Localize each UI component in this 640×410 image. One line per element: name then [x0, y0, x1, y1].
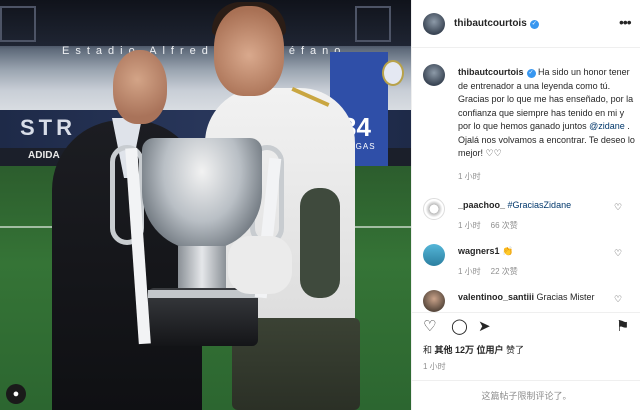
- comment-bubble-icon[interactable]: ◯: [451, 319, 468, 334]
- mention-link[interactable]: @zidane: [589, 121, 625, 131]
- comment-timestamp[interactable]: 1 小时: [458, 221, 481, 230]
- tagged-users-icon[interactable]: ●: [6, 384, 26, 404]
- avatar[interactable]: [423, 13, 445, 35]
- comment-text: valentinoo_santiii Gracias Mister: [458, 292, 618, 302]
- verified-badge-icon: ✓: [526, 69, 536, 78]
- post-timestamp[interactable]: 1 小时: [423, 361, 446, 372]
- stand-band-text: STR: [20, 115, 76, 140]
- heart-icon[interactable]: ♡: [614, 202, 622, 213]
- trophy-stem: [178, 246, 226, 290]
- avatar[interactable]: [423, 198, 445, 220]
- comment-item: wagners1 👏 1 小时 22 次赞 ♡: [412, 242, 640, 288]
- heart-icon[interactable]: ♡: [614, 294, 622, 305]
- share-send-icon[interactable]: ➤: [478, 319, 491, 334]
- comment-item: _paachoo_ #GraciasZidane 1 小时 66 次赞 ♡: [412, 196, 640, 242]
- stadium-light: [0, 6, 36, 42]
- action-bar: ♡ ◯ ➤ ⚑: [412, 312, 640, 340]
- heart-icon[interactable]: ♡: [614, 248, 622, 259]
- header-username[interactable]: thibautcourtois ✓: [454, 18, 539, 29]
- caption-username[interactable]: thibautcourtois: [458, 67, 524, 77]
- hashtag-link[interactable]: #GraciasZidane: [508, 200, 572, 210]
- likes-others-link[interactable]: 其他 12万 位用户: [435, 345, 504, 355]
- comment-meta: 1 小时 22 次赞: [458, 266, 528, 277]
- comment-username[interactable]: wagners1: [458, 246, 500, 256]
- post-side-panel: thibautcourtois ✓ ••• thibautcourtois ✓ Ha…: [411, 0, 640, 410]
- stadium-name-text: Estadio Alfredo Di Stéfano: [62, 45, 347, 57]
- stadium-light: [355, 6, 391, 42]
- comment-likes[interactable]: 66 次赞: [491, 221, 518, 230]
- comment-username[interactable]: _paachoo_: [458, 200, 505, 210]
- player-head: [214, 6, 284, 96]
- post-caption: thibautcourtois ✓ Ha sido un honor tener …: [458, 66, 636, 161]
- more-options-icon[interactable]: •••: [619, 14, 632, 30]
- comment-item: valentinoo_santiii Gracias Mister ♡: [412, 288, 640, 312]
- comment-username[interactable]: valentinoo_santiii: [458, 292, 534, 302]
- post-photo[interactable]: Estadio Alfredo Di Stéfano STR ADIDA 34 …: [0, 0, 411, 410]
- club-crest-icon: [382, 60, 404, 86]
- comment-timestamp[interactable]: 1 小时: [458, 267, 481, 276]
- ad-board-text: ADIDA: [28, 150, 60, 161]
- bookmark-icon[interactable]: ⚑: [616, 319, 629, 334]
- player-sleeve: [300, 188, 340, 298]
- towel: [228, 236, 292, 294]
- comment-body: 👏: [502, 246, 514, 256]
- avatar[interactable]: [423, 64, 445, 86]
- likes-prefix: 和: [423, 345, 435, 355]
- comment-text: wagners1 👏: [458, 246, 618, 257]
- comment-meta: 1 小时 66 次赞: [458, 220, 528, 231]
- comments-limited-notice: 这篇帖子限制评论了。: [412, 380, 640, 410]
- trophy-cup: [142, 138, 262, 250]
- coach-head: [113, 50, 167, 124]
- caption-timestamp[interactable]: 1 小时: [458, 171, 481, 182]
- comment-text: _paachoo_ #GraciasZidane: [458, 200, 618, 210]
- post-header: thibautcourtois ✓ •••: [412, 0, 640, 48]
- like-heart-icon[interactable]: ♡: [423, 319, 436, 334]
- likes-suffix: 赞了: [503, 345, 525, 355]
- likes-summary: 和 其他 12万 位用户 赞了: [423, 343, 524, 356]
- avatar[interactable]: [423, 290, 445, 312]
- stadium-roof: [0, 0, 411, 46]
- comment-likes[interactable]: 22 次赞: [491, 267, 518, 276]
- comment-body: Gracias Mister: [536, 292, 595, 302]
- avatar[interactable]: [423, 244, 445, 266]
- verified-badge-icon: ✓: [529, 20, 539, 29]
